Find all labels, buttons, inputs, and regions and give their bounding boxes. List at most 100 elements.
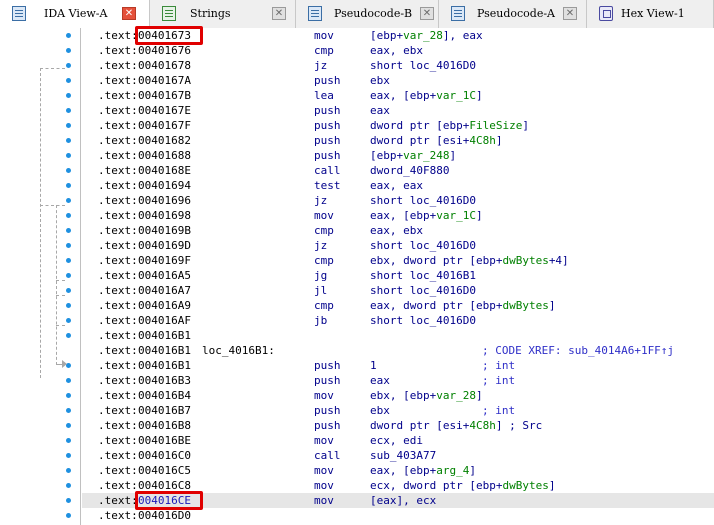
- address[interactable]: 004016B1: [138, 328, 191, 343]
- code-label[interactable]: loc_4016B1:: [202, 343, 275, 358]
- address[interactable]: 004016A7: [138, 283, 191, 298]
- listing-line[interactable]: .text: 004016B1: [82, 328, 714, 343]
- mnemonic[interactable]: mov: [314, 433, 334, 448]
- address[interactable]: 004016B7: [138, 403, 191, 418]
- listing-line[interactable]: .text: 00401678 jz short loc_4016D0: [82, 58, 714, 73]
- operand-name[interactable]: 4C8h: [469, 134, 496, 147]
- listing-line[interactable]: .text: 004016B1 loc_4016B1: ; CODE XREF: su…: [82, 343, 714, 358]
- address[interactable]: 004016B1: [138, 358, 191, 373]
- operand-name[interactable]: var_1C: [436, 209, 476, 222]
- address[interactable]: 00401694: [138, 178, 191, 193]
- operands[interactable]: [eax], ecx: [370, 493, 436, 508]
- operands[interactable]: eax, [ebp+var_1C]: [370, 208, 483, 223]
- listing-line[interactable]: .text: 0040167F push dword ptr [ebp+FileSiz…: [82, 118, 714, 133]
- listing-line[interactable]: .text: 004016AF jb short loc_4016D0: [82, 313, 714, 328]
- address[interactable]: 00401698: [138, 208, 191, 223]
- address[interactable]: 004016B1: [138, 343, 191, 358]
- operands[interactable]: eax, [ebp+arg_4]: [370, 463, 476, 478]
- tab-strings[interactable]: Strings ✕: [150, 0, 296, 28]
- address[interactable]: 00401678: [138, 58, 191, 73]
- mnemonic[interactable]: push: [314, 103, 341, 118]
- mnemonic[interactable]: jg: [314, 268, 327, 283]
- close-icon[interactable]: ✕: [272, 7, 286, 20]
- operands[interactable]: ecx, dword ptr [ebp+dwBytes]: [370, 478, 555, 493]
- listing-line[interactable]: .text: 004016B3 push eax ; int: [82, 373, 714, 388]
- operands[interactable]: [ebp+var_248]: [370, 148, 456, 163]
- mnemonic[interactable]: push: [314, 403, 341, 418]
- address[interactable]: 004016A9: [138, 298, 191, 313]
- mnemonic[interactable]: mov: [314, 388, 334, 403]
- mnemonic[interactable]: push: [314, 358, 341, 373]
- address[interactable]: 00401696: [138, 193, 191, 208]
- operands[interactable]: ecx, edi: [370, 433, 423, 448]
- address[interactable]: 00401688: [138, 148, 191, 163]
- tab-hex-view-1[interactable]: Hex View-1: [587, 0, 714, 28]
- listing-line[interactable]: .text: 0040167B lea eax, [ebp+var_1C]: [82, 88, 714, 103]
- listing-line[interactable]: .text: 004016A9 cmp eax, dword ptr [ebp+dwB…: [82, 298, 714, 313]
- operands[interactable]: [ebp+var_28], eax: [370, 28, 483, 43]
- operand-name[interactable]: dwBytes: [502, 254, 548, 267]
- address[interactable]: 0040169F: [138, 253, 191, 268]
- mnemonic[interactable]: mov: [314, 208, 334, 223]
- operand-name[interactable]: var_1C: [436, 89, 476, 102]
- address[interactable]: 00401676: [138, 43, 191, 58]
- mnemonic[interactable]: push: [314, 148, 341, 163]
- listing-line[interactable]: .text: 004016B7 push ebx ; int: [82, 403, 714, 418]
- address[interactable]: 0040169B: [138, 223, 191, 238]
- address[interactable]: 004016C0: [138, 448, 191, 463]
- mnemonic[interactable]: mov: [314, 28, 334, 43]
- operands[interactable]: dword ptr [esi+4C8h] ; Src: [370, 418, 542, 433]
- close-icon[interactable]: ✕: [420, 7, 434, 20]
- tab-pseudocode-a[interactable]: Pseudocode-A ✕: [439, 0, 587, 28]
- listing-line[interactable]: .text: 00401694 test eax, eax: [82, 178, 714, 193]
- address[interactable]: 004016AF: [138, 313, 191, 328]
- listing-line[interactable]: .text: 004016B8 push dword ptr [esi+4C8h] ;…: [82, 418, 714, 433]
- listing-line[interactable]: .text: 00401698 mov eax, [ebp+var_1C]: [82, 208, 714, 223]
- listing-line[interactable]: .text: 0040168E call dword_40F880: [82, 163, 714, 178]
- listing-line[interactable]: .text: 0040169D jz short loc_4016D0: [82, 238, 714, 253]
- operand-name[interactable]: var_28: [403, 29, 443, 42]
- mnemonic[interactable]: jz: [314, 58, 327, 73]
- operand-name[interactable]: var_28: [436, 389, 476, 402]
- address[interactable]: 004016D0: [138, 508, 191, 523]
- listing-line[interactable]: .text: 004016BE mov ecx, edi: [82, 433, 714, 448]
- address[interactable]: 004016B4: [138, 388, 191, 403]
- operands[interactable]: dword ptr [esi+4C8h]: [370, 133, 502, 148]
- listing-line[interactable]: .text: 004016A7 jl short loc_4016D0: [82, 283, 714, 298]
- listing-line[interactable]: .text: 0040169F cmp ebx, dword ptr [ebp+dwB…: [82, 253, 714, 268]
- operands[interactable]: dword_40F880: [370, 163, 449, 178]
- listing-line[interactable]: .text: 0040167A push ebx: [82, 73, 714, 88]
- operand-name[interactable]: dwBytes: [502, 479, 548, 492]
- listing-line[interactable]: .text: 00401676 cmp eax, ebx: [82, 43, 714, 58]
- operands[interactable]: 1: [370, 358, 377, 373]
- address[interactable]: 0040167F: [138, 118, 191, 133]
- disassembly-listing[interactable]: .text: 00401673 mov [ebp+var_28], eax .text:…: [82, 26, 714, 525]
- address[interactable]: 0040167A: [138, 73, 191, 88]
- listing-line[interactable]: .text: 004016C5 mov eax, [ebp+arg_4]: [82, 463, 714, 478]
- operands[interactable]: eax: [370, 103, 390, 118]
- operands[interactable]: eax, ebx: [370, 223, 423, 238]
- operands[interactable]: eax, eax: [370, 178, 423, 193]
- operands[interactable]: eax, ebx: [370, 43, 423, 58]
- mnemonic[interactable]: jz: [314, 193, 327, 208]
- listing-line[interactable]: .text: 004016A5 jg short loc_4016B1: [82, 268, 714, 283]
- mnemonic[interactable]: mov: [314, 463, 334, 478]
- mnemonic[interactable]: cmp: [314, 223, 334, 238]
- operands[interactable]: short loc_4016D0: [370, 193, 476, 208]
- mnemonic[interactable]: lea: [314, 88, 334, 103]
- operands[interactable]: ebx: [370, 73, 390, 88]
- operands[interactable]: dword ptr [ebp+FileSize]: [370, 118, 529, 133]
- mnemonic[interactable]: push: [314, 133, 341, 148]
- listing-line[interactable]: .text: 0040169B cmp eax, ebx: [82, 223, 714, 238]
- mnemonic[interactable]: jb: [314, 313, 327, 328]
- operands[interactable]: sub_403A77: [370, 448, 436, 463]
- address[interactable]: 00401682: [138, 133, 191, 148]
- mnemonic[interactable]: push: [314, 418, 341, 433]
- mnemonic[interactable]: mov: [314, 478, 334, 493]
- tab-ida-view-a[interactable]: IDA View-A ✕: [0, 0, 150, 28]
- listing-line[interactable]: .text: 00401688 push [ebp+var_248]: [82, 148, 714, 163]
- listing-line[interactable]: .text: 004016B1 push 1 ; int: [82, 358, 714, 373]
- operands[interactable]: short loc_4016D0: [370, 283, 476, 298]
- address[interactable]: 0040169D: [138, 238, 191, 253]
- operands[interactable]: ebx, dword ptr [ebp+dwBytes+4]: [370, 253, 569, 268]
